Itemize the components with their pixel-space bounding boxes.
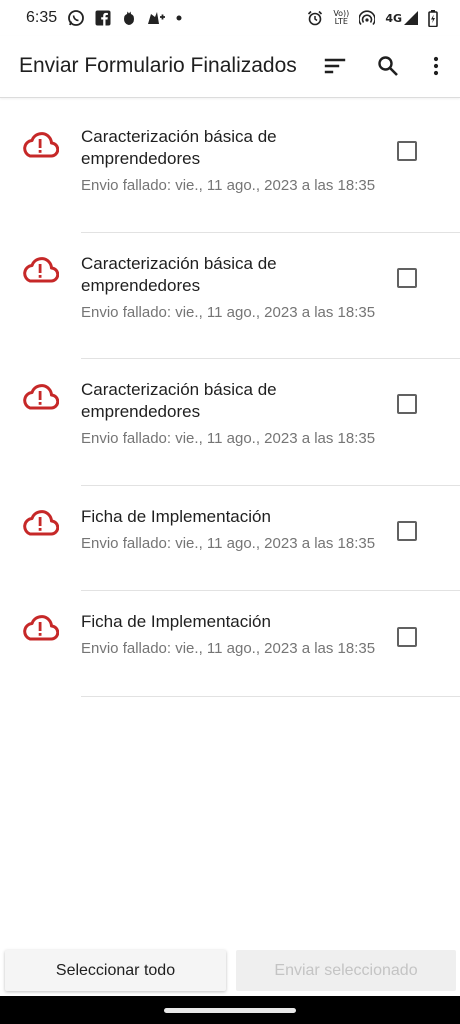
list-item-texts: Caracterización básica de emprendedores … xyxy=(81,253,381,322)
list-item[interactable]: Caracterización básica de emprendedores … xyxy=(0,359,460,486)
network-type-label: 4G xyxy=(385,11,402,25)
search-icon xyxy=(378,56,398,76)
app-notification-icon xyxy=(121,10,137,26)
send-selected-button[interactable]: Enviar seleccionado xyxy=(236,950,456,991)
status-right: Vo)) LTE 4G xyxy=(307,9,438,27)
form-status: Envio fallado: vie., 11 ago., 2023 a las… xyxy=(81,430,376,447)
form-title: Ficha de Implementación xyxy=(81,507,271,526)
status-left: 6:35 xyxy=(26,9,183,27)
list-item[interactable]: Ficha de Implementación Envio fallado: v… xyxy=(0,486,460,591)
form-status: Envio fallado: vie., 11 ago., 2023 a las… xyxy=(81,535,376,552)
cloud-error-icon xyxy=(23,510,59,536)
signal-icon: 4G xyxy=(385,11,418,25)
list-item-texts: Ficha de Implementación Envio fallado: v… xyxy=(81,506,381,553)
list-item-texts: Ficha de Implementación Envio fallado: v… xyxy=(81,611,381,658)
form-status: Envio fallado: vie., 11 ago., 2023 a las… xyxy=(81,177,376,194)
list-item[interactable]: Caracterización básica de emprendedores … xyxy=(0,99,460,233)
whatsapp-icon xyxy=(67,9,85,27)
list-item-texts: Caracterización básica de emprendedores … xyxy=(81,126,381,195)
sort-button[interactable] xyxy=(320,51,350,81)
divider xyxy=(81,696,460,697)
form-title: Caracterización básica de emprendedores xyxy=(81,380,277,421)
select-checkbox[interactable] xyxy=(397,394,417,414)
navigation-bar xyxy=(0,996,460,1024)
select-checkbox[interactable] xyxy=(397,521,417,541)
facebook-icon xyxy=(95,10,111,26)
select-all-button[interactable]: Seleccionar todo xyxy=(5,950,226,991)
more-vert-icon xyxy=(433,56,439,76)
status-bar: 6:35 Vo)) LTE 4G xyxy=(0,0,460,36)
battery-charging-icon xyxy=(428,9,438,27)
select-checkbox[interactable] xyxy=(397,627,417,647)
form-status: Envio fallado: vie., 11 ago., 2023 a las… xyxy=(81,304,376,321)
lte-label: LTE xyxy=(334,17,348,26)
cloud-error-icon xyxy=(23,132,59,158)
form-status: Envio fallado: vie., 11 ago., 2023 a las… xyxy=(81,640,376,657)
cloud-error-icon xyxy=(23,384,59,410)
hotspot-icon xyxy=(359,10,376,26)
app-bar: Enviar Formulario Finalizados xyxy=(0,36,460,98)
more-notifications-dot-icon xyxy=(175,14,183,22)
people-add-icon xyxy=(147,11,166,25)
form-title: Caracterización básica de emprendedores xyxy=(81,127,277,168)
form-title: Caracterización básica de emprendedores xyxy=(81,254,277,295)
list-item[interactable]: Caracterización básica de emprendedores … xyxy=(0,233,460,359)
alarm-icon xyxy=(307,10,323,26)
search-button[interactable] xyxy=(373,51,403,81)
status-time: 6:35 xyxy=(26,9,58,26)
select-checkbox[interactable] xyxy=(397,141,417,161)
list-item-texts: Caracterización básica de emprendedores … xyxy=(81,379,381,448)
select-checkbox[interactable] xyxy=(397,268,417,288)
volte-icon: Vo)) LTE xyxy=(333,10,349,26)
cloud-error-icon xyxy=(23,257,59,283)
home-gesture-handle[interactable] xyxy=(164,1008,296,1013)
page-title: Enviar Formulario Finalizados xyxy=(19,54,297,77)
more-options-button[interactable] xyxy=(421,51,451,81)
sort-icon xyxy=(324,58,346,74)
cloud-error-icon xyxy=(23,615,59,641)
list-item[interactable]: Ficha de Implementación Envio fallado: v… xyxy=(0,591,460,697)
form-title: Ficha de Implementación xyxy=(81,612,271,631)
